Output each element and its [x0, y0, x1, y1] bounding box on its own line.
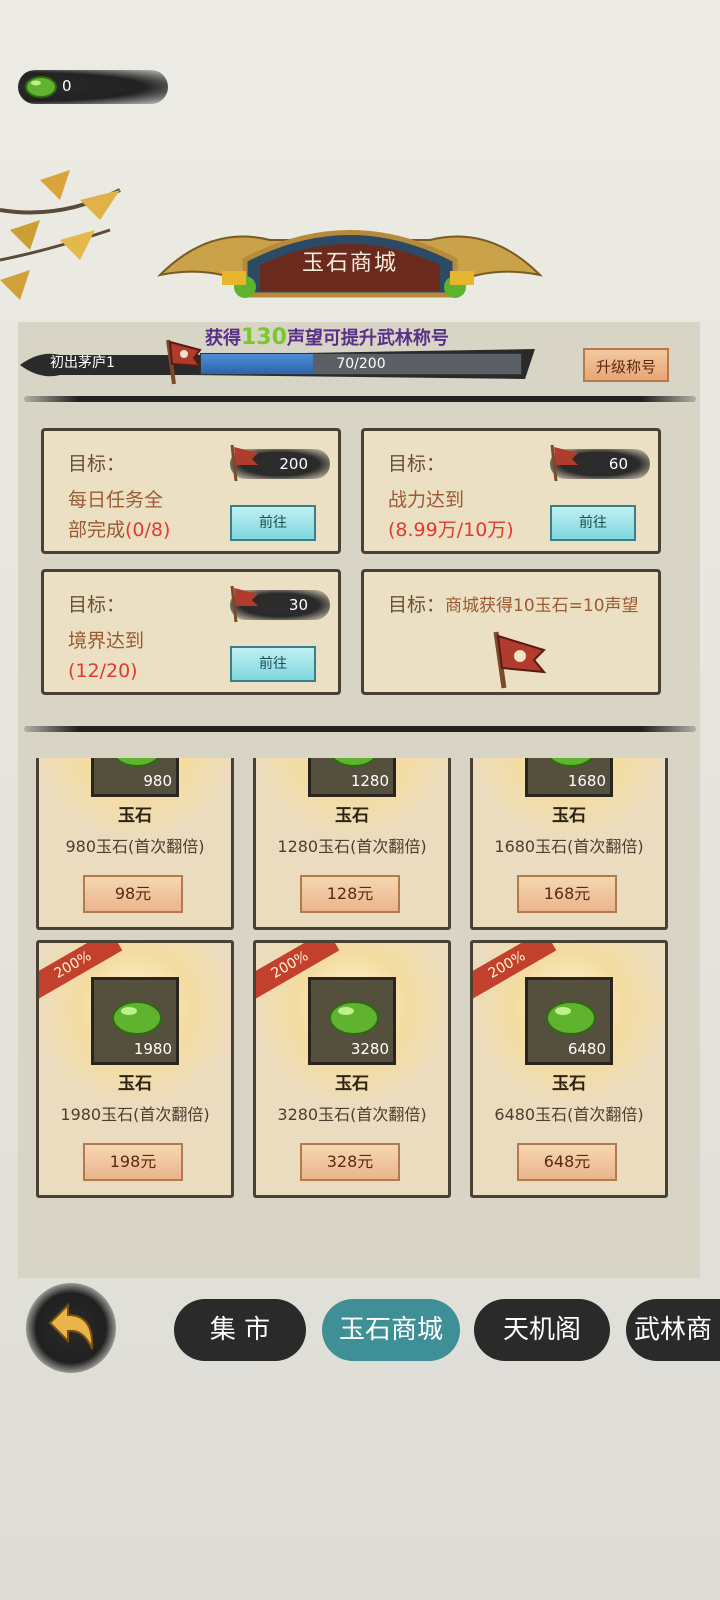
reputation-flag-icon [550, 444, 578, 482]
shop-item-card[interactable]: 1680 玉石 1680玉石(首次翻倍) 168元 [470, 758, 668, 930]
goal-card-shop: 目标：商城获得10玉石=10声望 [361, 569, 661, 695]
item-name: 玉石 [335, 806, 369, 826]
goal-reward: 60 [550, 444, 650, 482]
buy-button[interactable]: 648元 [517, 1143, 617, 1181]
item-box: 1680 [525, 758, 613, 797]
ginkgo-branch-decoration [0, 170, 121, 300]
goal-label: 目标： [68, 594, 126, 616]
item-desc: 3280玉石(首次翻倍) [277, 1105, 427, 1124]
jade-count: 0 [62, 77, 72, 95]
reputation-progress-bar: 70/200 [200, 353, 522, 375]
jade-currency-counter: 0 [18, 70, 168, 104]
jade-gem-icon [546, 1001, 596, 1035]
buy-button[interactable]: 328元 [300, 1143, 400, 1181]
item-box: 980 [91, 758, 179, 797]
buy-button[interactable]: 168元 [517, 875, 617, 913]
goal-card-power: 目标： 战力达到 (8.99万/10万) 60 前往 [361, 428, 661, 554]
jade-gem-icon [25, 76, 57, 98]
reputation-flag-icon [493, 631, 547, 689]
goal-reward: 200 [230, 444, 330, 482]
jade-gem-icon [548, 758, 594, 767]
jade-gem-icon [329, 1001, 379, 1035]
tab-tianji-pavilion[interactable]: 天机阁 [474, 1299, 610, 1361]
item-desc: 1680玉石(首次翻倍) [494, 837, 644, 856]
buy-button[interactable]: 198元 [83, 1143, 183, 1181]
buy-button[interactable]: 128元 [300, 875, 400, 913]
item-count: 3280 [350, 1040, 389, 1058]
goal-description: 战力达到 (8.99万/10万) [388, 489, 514, 541]
shop-item-card[interactable]: 980 玉石 980玉石(首次翻倍) 98元 [36, 758, 234, 930]
item-box: 1980 [91, 977, 179, 1065]
rank-title: 初出茅庐1 [50, 355, 115, 371]
shop-grid-scroll[interactable]: 980 玉石 980玉石(首次翻倍) 98元 1280 玉石 1280玉石(首次… [30, 758, 690, 930]
divider [24, 726, 696, 732]
shop-item-card[interactable]: 200% 6480 玉石 6480玉石(首次翻倍) 648元 [470, 940, 668, 1198]
item-count: 980 [143, 772, 172, 790]
item-box: 1280 [308, 758, 396, 797]
jade-gem-icon [112, 1001, 162, 1035]
item-name: 玉石 [335, 1074, 369, 1094]
reputation-flag-icon [230, 444, 258, 482]
reputation-flag-icon [230, 585, 258, 623]
divider [24, 396, 696, 402]
jade-gem-icon [331, 758, 377, 767]
goal-note: 目标：商城获得10玉石=10声望 [388, 594, 639, 616]
item-desc: 1980玉石(首次翻倍) [60, 1105, 210, 1124]
goal-description: 每日任务全 部完成(0/8) [68, 489, 171, 541]
goal-label: 目标： [388, 453, 446, 475]
item-desc: 1280玉石(首次翻倍) [277, 837, 427, 856]
item-desc: 6480玉石(首次翻倍) [494, 1105, 644, 1124]
item-count: 1680 [567, 772, 606, 790]
progress-text: 70/200 [336, 356, 386, 372]
goal-card-realm: 目标： 境界达到 (12/20) 30 前往 [41, 569, 341, 695]
shop-item-card[interactable]: 200% 3280 玉石 3280玉石(首次翻倍) 328元 [253, 940, 451, 1198]
goal-description: 境界达到 (12/20) [68, 630, 145, 682]
goal-card-daily-tasks: 目标： 每日任务全 部完成(0/8) 200 前往 [41, 428, 341, 554]
buy-button[interactable]: 98元 [83, 875, 183, 913]
goal-go-button[interactable]: 前往 [230, 646, 316, 682]
shop-item-card[interactable]: 200% 1980 玉石 1980玉石(首次翻倍) 198元 [36, 940, 234, 1198]
goal-go-button[interactable]: 前往 [230, 505, 316, 541]
reputation-flag-icon [166, 339, 203, 385]
page-title: 玉石商城 [301, 251, 398, 276]
shop-item-card[interactable]: 1280 玉石 1280玉石(首次翻倍) 128元 [253, 758, 451, 930]
jade-gem-icon [114, 758, 160, 767]
upgrade-title-button[interactable]: 升级称号 [583, 348, 669, 382]
item-box: 6480 [525, 977, 613, 1065]
item-desc: 980玉石(首次翻倍) [65, 837, 205, 856]
goal-reward: 30 [230, 585, 330, 623]
item-box: 3280 [308, 977, 396, 1065]
tab-jade-shop[interactable]: 玉石商城 [322, 1299, 460, 1361]
item-count: 6480 [567, 1040, 606, 1058]
item-count: 1280 [350, 772, 389, 790]
back-arrow-icon [48, 1302, 94, 1350]
item-name: 玉石 [118, 806, 152, 826]
tab-market[interactable]: 集 市 [174, 1299, 306, 1361]
item-count: 1980 [133, 1040, 172, 1058]
item-name: 玉石 [552, 1074, 586, 1094]
item-name: 玉石 [552, 806, 586, 826]
tab-wulin-shop[interactable]: 武林商 [626, 1299, 720, 1361]
item-name: 玉石 [118, 1074, 152, 1094]
back-button[interactable] [26, 1283, 116, 1373]
reputation-hint: 获得130声望可提升武林称号 [205, 325, 449, 350]
goal-go-button[interactable]: 前往 [550, 505, 636, 541]
goal-label: 目标： [68, 453, 126, 475]
